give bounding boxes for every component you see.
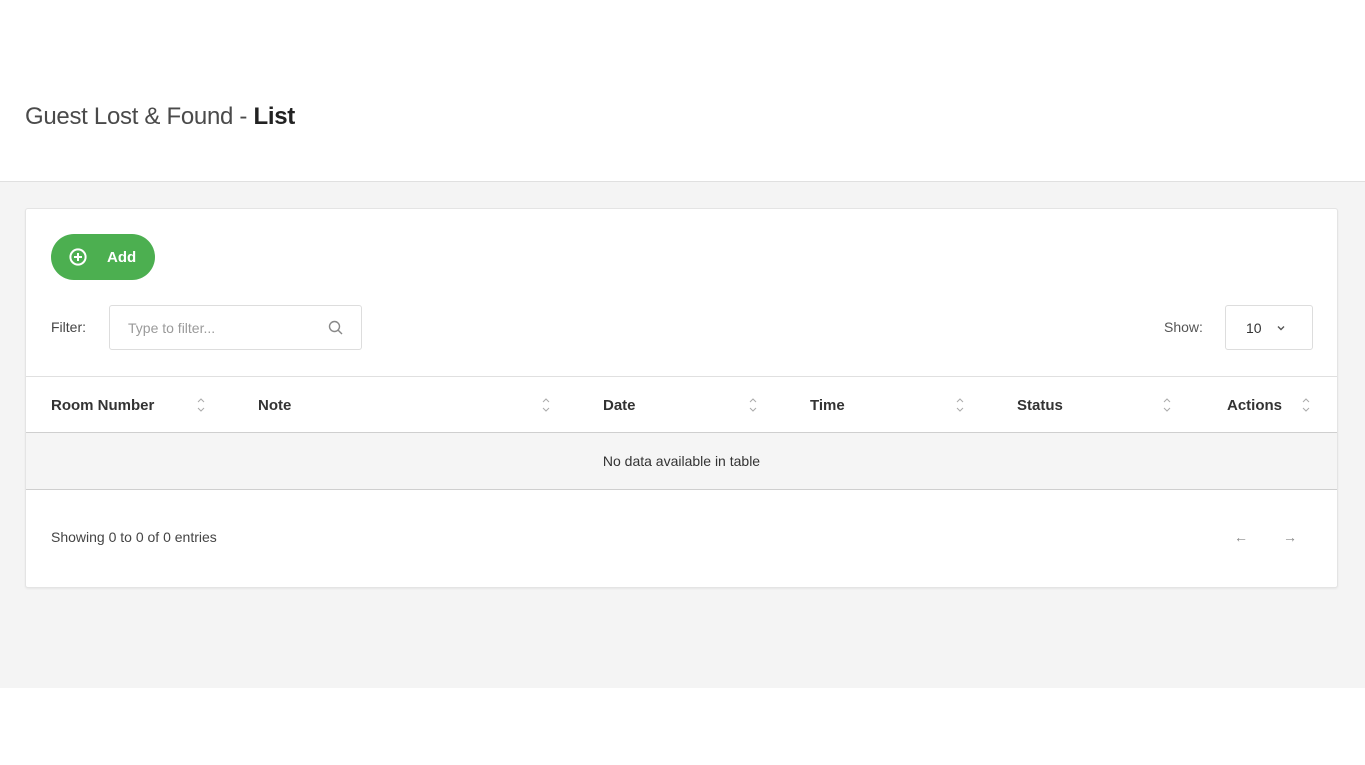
- column-header-room-number[interactable]: Room Number: [51, 377, 154, 433]
- plus-circle-icon: [69, 248, 87, 266]
- empty-message: No data available in table: [602, 453, 761, 469]
- column-label: Date: [603, 396, 636, 414]
- page-title-prefix: Guest Lost & Found -: [25, 103, 254, 130]
- filter-label: Filter:: [51, 319, 86, 335]
- filter-field: [109, 305, 362, 350]
- chevron-down-icon: [1276, 323, 1286, 333]
- previous-page-button[interactable]: ←: [1231, 529, 1251, 545]
- sort-icon[interactable]: [1301, 396, 1311, 414]
- column-header-status[interactable]: Status: [1017, 377, 1063, 433]
- column-header-date[interactable]: Date: [603, 377, 636, 433]
- entries-info: Showing 0 to 0 of 0 entries: [51, 529, 217, 545]
- content-area: Add Filter: Show: 10 Room Number: [0, 182, 1365, 688]
- show-label: Show:: [1164, 319, 1203, 335]
- column-header-time[interactable]: Time: [810, 377, 845, 433]
- next-page-button[interactable]: →: [1280, 529, 1300, 545]
- column-label: Time: [810, 396, 845, 414]
- lost-found-table: Room Number Note Date Time Status Action…: [26, 376, 1337, 490]
- page-size-value: 10: [1246, 319, 1262, 336]
- empty-table-row: No data available in table: [26, 433, 1337, 490]
- page-size-select[interactable]: 10: [1225, 305, 1313, 350]
- add-button[interactable]: Add: [51, 234, 155, 280]
- column-label: Status: [1017, 396, 1063, 414]
- column-header-actions[interactable]: Actions: [1227, 377, 1282, 433]
- filter-input[interactable]: [110, 306, 361, 349]
- sort-icon[interactable]: [748, 396, 758, 414]
- sort-icon[interactable]: [196, 396, 206, 414]
- table-header: Room Number Note Date Time Status Action…: [26, 376, 1337, 433]
- column-header-note[interactable]: Note: [258, 377, 291, 433]
- column-label: Actions: [1227, 396, 1283, 414]
- sort-icon[interactable]: [1162, 396, 1172, 414]
- list-card: Add Filter: Show: 10 Room Number: [25, 208, 1338, 588]
- sort-icon[interactable]: [541, 396, 551, 414]
- page-title: Guest Lost & Found - List: [25, 103, 295, 131]
- add-button-label: Add: [107, 248, 137, 266]
- search-icon[interactable]: [328, 320, 344, 336]
- page-header: Guest Lost & Found - List: [0, 0, 1365, 182]
- column-label: Note: [258, 396, 292, 414]
- page-title-strong: List: [253, 103, 296, 130]
- column-label: Room Number: [51, 396, 155, 414]
- sort-icon[interactable]: [955, 396, 965, 414]
